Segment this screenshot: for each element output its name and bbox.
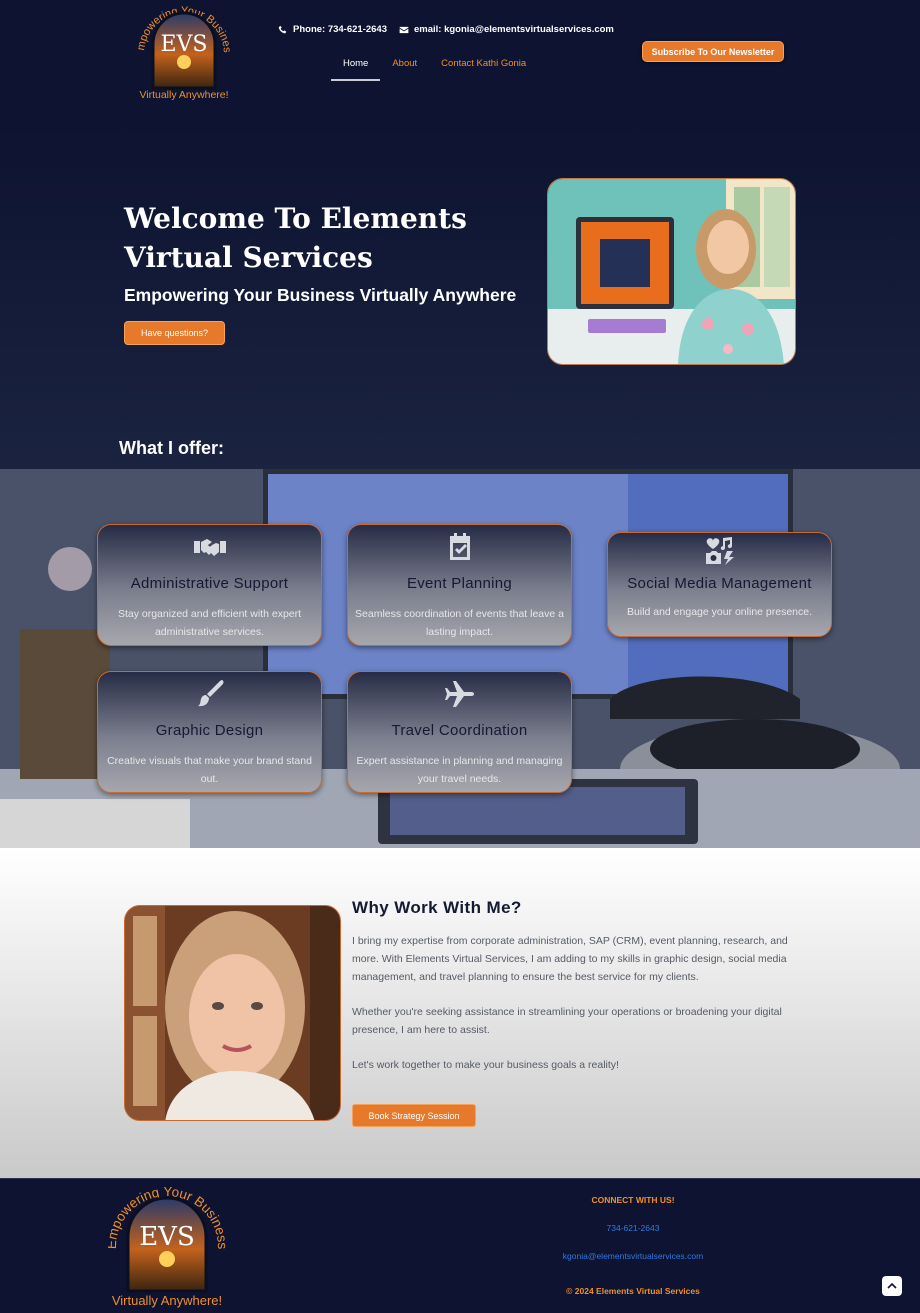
paintbrush-icon (197, 680, 223, 707)
footer-email-link[interactable]: kgonia@elementsvirtualservices.com (530, 1251, 736, 1261)
logo-graphic: Empowering Your Business EVS (136, 4, 232, 90)
why-title: Why Work With Me? (352, 898, 522, 917)
svg-text:EVS: EVS (139, 1222, 195, 1252)
footer-logo[interactable]: Empowering Your Business EVS Virtually A… (108, 1187, 226, 1313)
why-paragraph-3: Let's work together to make your busines… (352, 1059, 619, 1071)
logo-tagline: Virtually Anywhere! (139, 89, 229, 101)
envelope-icon (399, 26, 409, 33)
nav-about[interactable]: About (380, 54, 429, 81)
service-title: Administrative Support (130, 575, 289, 592)
site-header: Empowering Your Business EVS Virtually A… (0, 0, 920, 120)
email-text: email: kgonia@elementsvirtualservices.co… (414, 24, 614, 35)
calendar-check-icon (449, 533, 470, 560)
handshake-icon (193, 539, 226, 556)
service-title: Event Planning (406, 575, 513, 592)
service-title: Graphic Design (155, 722, 264, 739)
hero-photo (547, 178, 796, 365)
nav-contact[interactable]: Contact Kathi Gonia (429, 54, 538, 81)
service-card-administrative[interactable]: Administrative Support Stay organized an… (97, 524, 322, 646)
footer-logo-tagline: Virtually Anywhere! (111, 1293, 223, 1308)
scroll-to-top-button[interactable] (882, 1276, 902, 1296)
contact-info: Phone: 734-621-2643 email: kgonia@elemen… (278, 24, 614, 35)
have-questions-button[interactable]: Have questions? (124, 321, 225, 345)
service-title: Travel Coordination (391, 722, 528, 739)
hero-subtitle: Empowering Your Business Virtually Anywh… (124, 285, 517, 305)
book-strategy-session-button[interactable]: Book Strategy Session (352, 1104, 476, 1127)
svg-text:EVS: EVS (160, 32, 207, 57)
header-phone[interactable]: Phone: 734-621-2643 (278, 24, 387, 35)
hero-title: Welcome To Elements Virtual Services (124, 202, 467, 274)
hero-section: Welcome To Elements Virtual Services Emp… (0, 120, 920, 470)
service-description: Build and engage your online presence. (626, 606, 813, 618)
phone-icon (278, 25, 287, 33)
header-email[interactable]: email: kgonia@elementsvirtualservices.co… (399, 24, 614, 35)
copyright-text: © 2024 Elements Virtual Services (566, 1286, 700, 1296)
why-work-with-me-section: Why Work With Me? I bring my expertise f… (0, 848, 920, 1178)
services-section: Administrative Support Stay organized an… (0, 469, 920, 848)
nav-home[interactable]: Home (331, 54, 381, 81)
service-title: Social Media Management (627, 575, 812, 592)
service-card-social-media[interactable]: Social Media Management Build and engage… (607, 532, 832, 637)
site-footer: Empowering Your Business EVS Virtually A… (0, 1178, 920, 1313)
footer-phone-link[interactable]: 734-621-2643 (530, 1223, 736, 1233)
chevron-up-icon (887, 1282, 897, 1289)
phone-text: Phone: 734-621-2643 (293, 24, 387, 35)
service-description: Expert assistance in planning and managi… (356, 755, 563, 785)
footer-logo-graphic: Empowering Your Business EVS (108, 1187, 226, 1293)
service-description: Stay organized and efficient with expert… (117, 608, 302, 638)
site-logo[interactable]: Empowering Your Business EVS Virtually A… (136, 4, 232, 104)
airplane-icon (444, 681, 474, 707)
service-card-graphic-design[interactable]: Graphic Design Creative visuals that mak… (97, 671, 322, 793)
subscribe-button[interactable]: Subscribe To Our Newsletter (642, 41, 784, 62)
why-paragraph-1: I bring my expertise from corporate admi… (352, 935, 788, 983)
service-card-travel[interactable]: Travel Coordination Expert assistance in… (347, 671, 572, 793)
main-nav: Home About Contact Kathi Gonia (331, 54, 538, 81)
portrait-photo (124, 905, 341, 1121)
service-description: Seamless coordination of events that lea… (355, 608, 564, 638)
connect-heading: CONNECT WITH US! (591, 1195, 675, 1205)
what-i-offer-heading: What I offer: (119, 438, 224, 458)
service-card-event-planning[interactable]: Event Planning Seamless coordination of … (347, 524, 572, 646)
service-description: Creative visuals that make your brand st… (107, 755, 312, 785)
why-paragraph-2: Whether you're seeking assistance in str… (352, 1006, 782, 1036)
social-media-icon (705, 537, 734, 565)
